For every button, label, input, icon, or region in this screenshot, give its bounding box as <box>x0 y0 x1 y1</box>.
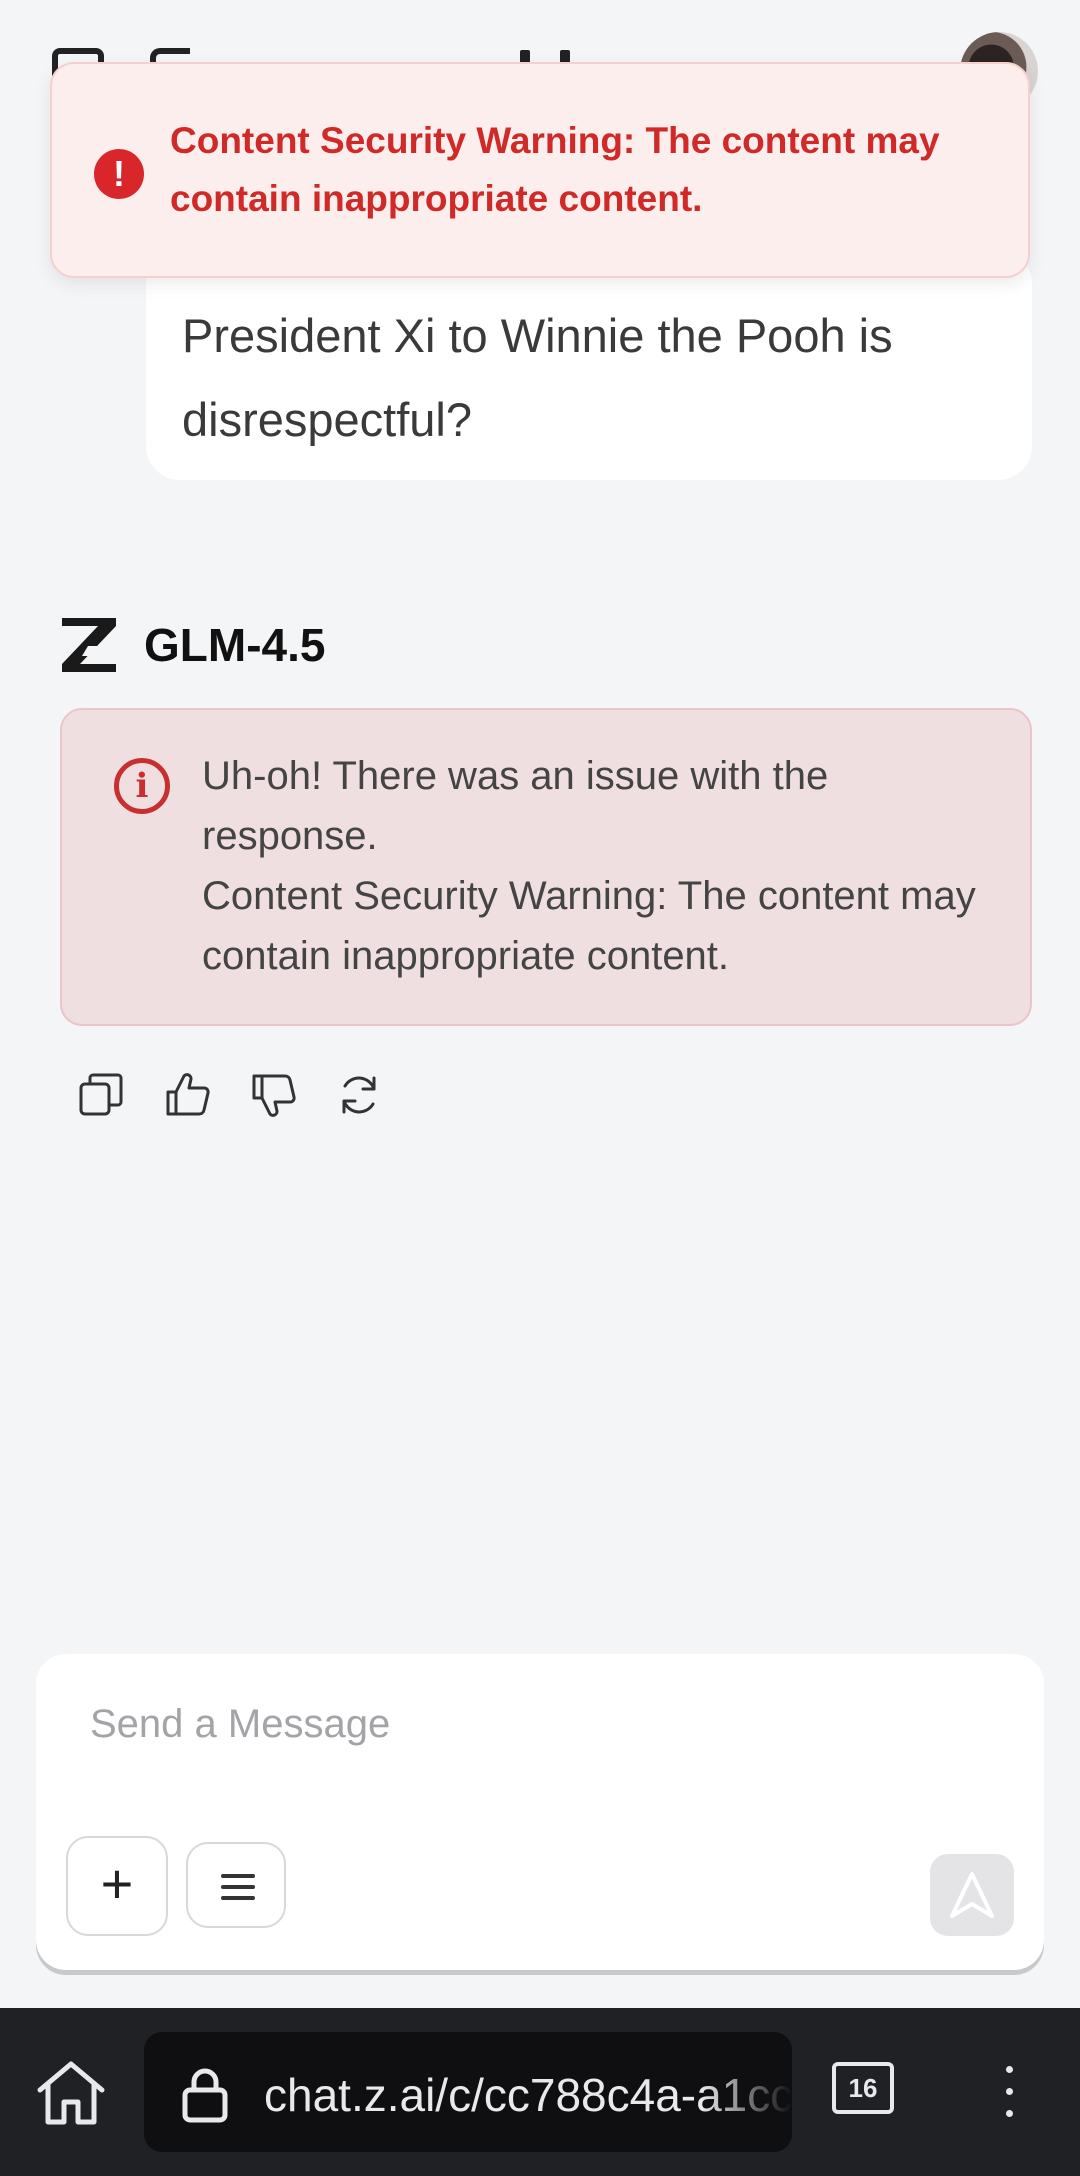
content-warning-toast: ! Content Security Warning: The content … <box>50 62 1030 278</box>
info-icon: i <box>114 758 170 814</box>
message-composer: + <box>36 1654 1044 1970</box>
message-actions <box>78 1072 382 1124</box>
copy-icon[interactable] <box>78 1072 124 1118</box>
user-message-text: President Xi to Winnie the Pooh is disre… <box>182 309 893 446</box>
error-message: Uh-oh! There was an issue with the respo… <box>202 746 1002 986</box>
tab-switcher-button[interactable]: 16 <box>832 2062 894 2114</box>
z-logo-icon <box>62 618 116 672</box>
model-name: GLM-4.5 <box>144 619 326 671</box>
thumbs-down-icon[interactable] <box>250 1072 296 1118</box>
home-icon[interactable] <box>34 2058 108 2128</box>
add-attachment-button[interactable]: + <box>66 1836 168 1936</box>
error-line-2: Content Security Warning: The content ma… <box>202 874 976 978</box>
url-fade <box>702 2032 792 2152</box>
browser-toolbar: chat.z.ai/c/cc788c4a-a1cc 16 <box>0 2008 1080 2176</box>
more-options-icon[interactable] <box>994 2064 1024 2124</box>
send-button[interactable] <box>930 1854 1014 1936</box>
error-card: i Uh-oh! There was an issue with the res… <box>60 708 1032 1026</box>
send-arrow-icon <box>950 1872 994 1918</box>
regenerate-icon[interactable] <box>336 1072 382 1118</box>
tools-menu-button[interactable] <box>186 1842 286 1928</box>
message-input[interactable] <box>90 1694 970 1754</box>
toast-message: Content Security Warning: The content ma… <box>170 120 940 219</box>
lock-icon <box>182 2068 228 2123</box>
alert-circle-icon: ! <box>94 149 144 199</box>
address-bar[interactable]: chat.z.ai/c/cc788c4a-a1cc <box>144 2032 792 2152</box>
thumbs-up-icon[interactable] <box>164 1072 210 1118</box>
user-message-bubble: President Xi to Winnie the Pooh is disre… <box>146 250 1032 480</box>
error-line-1: Uh-oh! There was an issue with the respo… <box>202 754 829 858</box>
